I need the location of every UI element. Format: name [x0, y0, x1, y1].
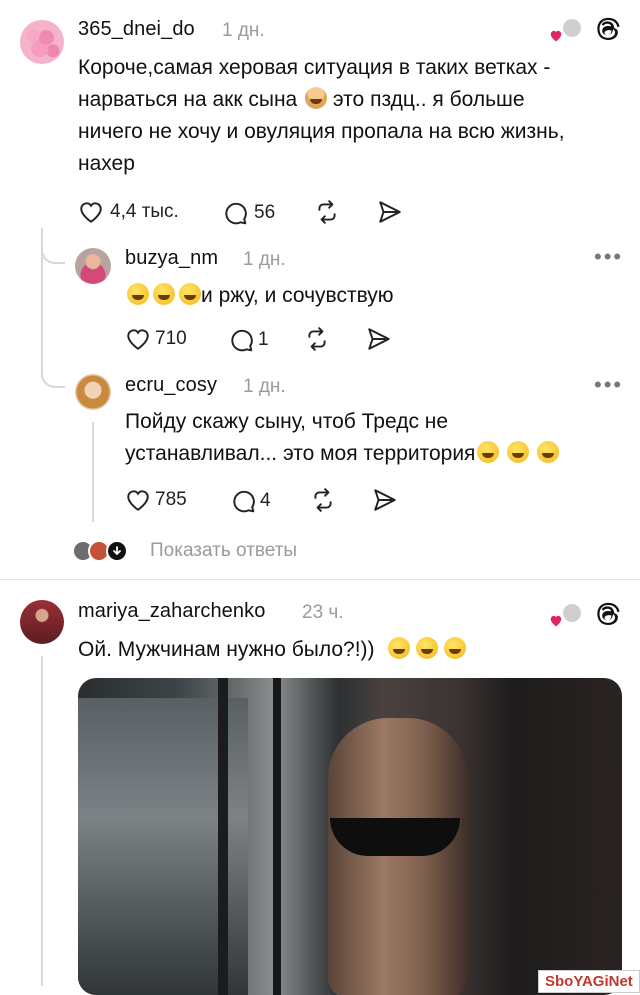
username[interactable]: buzya_nm: [125, 247, 218, 270]
timestamp: 23 ч.: [302, 602, 344, 623]
avatar: [561, 17, 583, 39]
text-line: устанавливал... это моя территория: [125, 438, 625, 470]
avatar[interactable]: [75, 248, 111, 284]
chevron-down-icon[interactable]: [106, 540, 128, 562]
emoji-icon: [388, 637, 411, 659]
figure-garment: [330, 818, 460, 856]
text-line: Короче,самая херовая ситуация в таких ве…: [78, 56, 551, 79]
share-icon[interactable]: [372, 487, 398, 518]
emoji-icon: [127, 283, 149, 305]
timestamp: 1 дн.: [243, 376, 286, 397]
avatar: [561, 602, 583, 624]
emoji-icon: [179, 283, 201, 305]
post-text: Ой. Мужчинам нужно было?!)): [78, 634, 467, 666]
thread-line: [41, 656, 43, 986]
reply-text: и ржу, и сочувствую: [125, 280, 394, 312]
emoji-icon: [477, 441, 500, 463]
avatar[interactable]: [20, 600, 64, 644]
comment-icon: [233, 490, 255, 513]
repost-icon[interactable]: [314, 199, 340, 230]
window-frame: [218, 678, 228, 995]
emoji-icon: [444, 637, 467, 659]
show-replies-link[interactable]: Показать ответы: [150, 540, 297, 562]
like-count: 4,4 тыс.: [110, 201, 179, 222]
repost-icon[interactable]: [304, 326, 330, 357]
text-line: нахер: [78, 152, 135, 175]
comment-button[interactable]: 56: [222, 200, 275, 226]
reply-avatars: [72, 538, 138, 564]
thread-line: [92, 422, 94, 522]
like-count: 785: [155, 489, 187, 510]
comment-button[interactable]: 1: [228, 327, 269, 353]
figure: [328, 718, 468, 995]
watermark: SboYAGiNet: [538, 970, 640, 993]
threads-icon[interactable]: [596, 601, 622, 634]
comment-count: 1: [258, 329, 269, 350]
username[interactable]: ecru_cosy: [125, 374, 217, 397]
like-button[interactable]: 4,4 тыс.: [78, 200, 179, 224]
username[interactable]: mariya_zaharchenko: [78, 600, 265, 623]
post-text: Короче,самая херовая ситуация в таких ве…: [78, 52, 618, 180]
emoji-icon: [153, 283, 175, 305]
threads-icon[interactable]: [596, 16, 622, 49]
like-count: 710: [155, 328, 187, 349]
comment-icon: [225, 202, 247, 225]
post-photo[interactable]: [78, 678, 622, 995]
repost-icon[interactable]: [310, 487, 336, 518]
share-icon[interactable]: [366, 326, 392, 357]
emoji-icon: [507, 441, 530, 463]
emoji-icon: [537, 441, 560, 463]
timestamp: 1 дн.: [243, 249, 286, 270]
text-line: Ой. Мужчинам нужно было?!)): [78, 638, 375, 661]
reply-text: Пойду скажу сыну, чтоб Тредс не устанавл…: [125, 406, 625, 470]
comment-count: 56: [254, 202, 276, 223]
thread-branch: [41, 364, 65, 388]
avatar[interactable]: [20, 20, 64, 64]
window-frame: [273, 678, 281, 995]
text-line: нарваться на акк сына это пздц.. я больш…: [78, 87, 525, 111]
heart-icon: [127, 329, 149, 350]
text-line: Пойду скажу сыну, чтоб Тредс не: [125, 410, 449, 433]
thread-branch: [41, 240, 65, 264]
avatar[interactable]: [75, 374, 111, 410]
emoji-icon: [416, 637, 439, 659]
timestamp: 1 дн.: [222, 20, 265, 41]
comment-count: 4: [260, 490, 271, 511]
like-button[interactable]: 710: [125, 327, 187, 351]
comment-icon: [231, 329, 253, 352]
divider: [0, 579, 640, 580]
share-icon[interactable]: [377, 199, 403, 230]
more-icon[interactable]: •••: [594, 244, 623, 270]
like-button[interactable]: 785: [125, 488, 187, 512]
text-line: ничего не хочу и овуляция пропала на всю…: [78, 120, 565, 143]
username[interactable]: 365_dnei_do: [78, 18, 195, 41]
heart-icon: [80, 202, 102, 223]
more-icon[interactable]: •••: [594, 372, 623, 398]
comment-button[interactable]: 4: [230, 488, 271, 514]
heart-icon: [127, 490, 149, 511]
text-line: и ржу, и сочувствую: [201, 284, 394, 307]
emoji-icon: [305, 87, 328, 109]
